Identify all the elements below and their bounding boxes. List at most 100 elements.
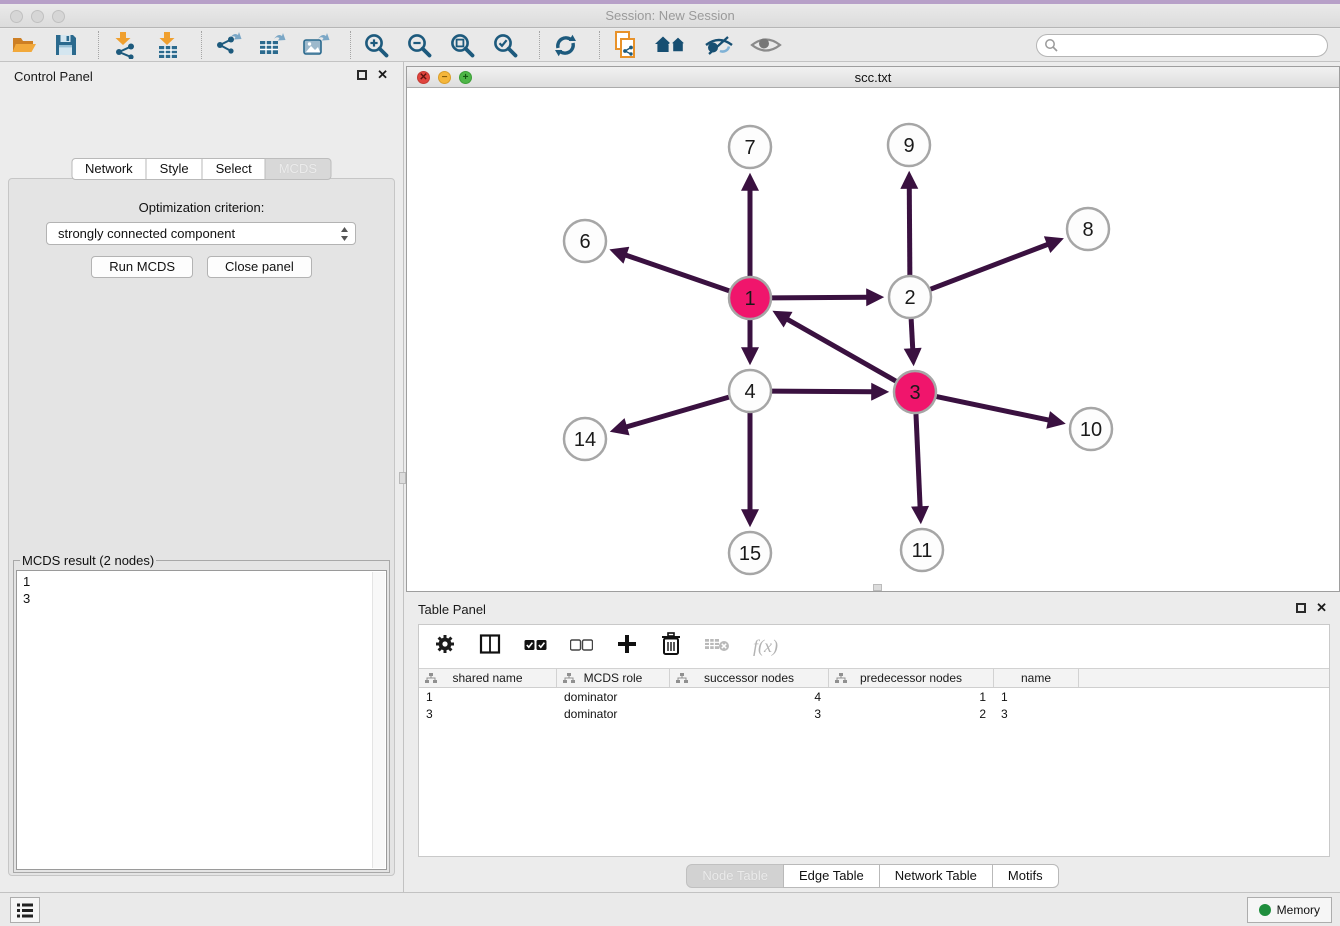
column-header-name[interactable]: name: [994, 669, 1079, 687]
select-all-columns-icon[interactable]: [524, 638, 547, 656]
table-cell: 3: [419, 707, 557, 721]
graph-node-11[interactable]: 11: [901, 529, 943, 571]
tab-mcds[interactable]: MCDS: [265, 158, 331, 180]
column-header-predecessor-nodes[interactable]: predecessor nodes: [829, 669, 994, 687]
table-cell: dominator: [557, 707, 670, 721]
table-cell: 3: [994, 707, 1079, 721]
graph-edge-2-8[interactable]: [931, 244, 1049, 289]
function-builder-icon: f(x): [753, 636, 778, 657]
graph-node-label: 11: [912, 540, 933, 562]
graph-node-15[interactable]: 15: [729, 532, 771, 574]
network-canvas[interactable]: 7 9 6 8 1 2 4 3 14 10 15 11: [407, 89, 1339, 591]
result-scrollbar[interactable]: [372, 572, 385, 868]
delete-column-icon[interactable]: [661, 632, 681, 661]
graph-edge-3-10[interactable]: [937, 397, 1050, 421]
close-panel-icon[interactable]: ✕: [1316, 600, 1327, 616]
network-graph[interactable]: 7 9 6 8 1 2 4 3 14 10 15 11: [407, 89, 1339, 592]
import-network-icon[interactable]: [111, 30, 139, 60]
table-cell: 1: [829, 690, 994, 704]
float-panel-icon[interactable]: [357, 70, 367, 80]
show-eye-icon[interactable]: [750, 30, 782, 60]
table-row[interactable]: 3dominator323: [419, 705, 1329, 722]
criterion-select[interactable]: strongly connected component: [46, 222, 356, 245]
search-input[interactable]: [1059, 37, 1327, 55]
graph-node-label: 4: [744, 381, 755, 403]
column-header-MCDS-role[interactable]: MCDS role: [557, 669, 670, 687]
table-panel: Table Panel ✕: [406, 596, 1340, 892]
graph-node-2[interactable]: 2: [889, 276, 931, 318]
export-network-icon[interactable]: [214, 30, 242, 60]
zoom-in-icon[interactable]: [363, 30, 390, 60]
graph-node-10[interactable]: 10: [1070, 408, 1112, 450]
graph-node-label: 10: [1080, 419, 1102, 441]
table-header-row: shared nameMCDS rolesuccessor nodesprede…: [419, 668, 1329, 688]
graph-edge-4-3[interactable]: [772, 391, 873, 392]
memory-label: Memory: [1277, 903, 1320, 917]
tab-select[interactable]: Select: [202, 158, 266, 180]
graph-edge-3-1[interactable]: [786, 319, 895, 381]
zoom-selected-icon[interactable]: [492, 30, 519, 60]
splitter-handle[interactable]: [399, 472, 406, 484]
graph-node-4[interactable]: 4: [729, 370, 771, 412]
open-session-icon[interactable]: [10, 30, 38, 60]
list-icon: [16, 902, 34, 919]
column-header-shared-name[interactable]: shared name: [419, 669, 557, 687]
graph-node-1[interactable]: 1: [729, 277, 771, 319]
zoom-out-icon[interactable]: [406, 30, 433, 60]
duplicate-network-icon[interactable]: [612, 30, 639, 60]
deselect-all-columns-icon[interactable]: [570, 638, 593, 656]
table-settings-gear-icon[interactable]: [434, 633, 456, 660]
close-panel-icon[interactable]: ✕: [377, 67, 388, 83]
memory-button[interactable]: Memory: [1247, 897, 1332, 923]
network-view-frame: ✕ − + scc.txt 7 9 6 8 1 2 4 3 14 10 15 11: [406, 66, 1340, 592]
column-header-successor-nodes[interactable]: successor nodes: [670, 669, 829, 687]
tab-edge-table[interactable]: Edge Table: [783, 864, 880, 888]
graph-node-7[interactable]: 7: [729, 126, 771, 168]
table-cell: 2: [829, 707, 994, 721]
graph-edge-3-11[interactable]: [916, 414, 920, 508]
task-history-button[interactable]: [10, 897, 40, 923]
search-field[interactable]: [1036, 34, 1328, 57]
add-column-icon[interactable]: [616, 633, 638, 660]
export-table-icon[interactable]: [258, 30, 286, 60]
tab-style[interactable]: Style: [146, 158, 203, 180]
zoom-fit-icon[interactable]: [449, 30, 476, 60]
run-mcds-button[interactable]: Run MCDS: [91, 256, 193, 278]
mcds-result-area[interactable]: 1 3: [16, 570, 387, 870]
splitter-handle-horizontal[interactable]: [873, 584, 882, 591]
network-frame-titlebar[interactable]: ✕ − + scc.txt: [407, 67, 1339, 88]
graph-edge-1-6[interactable]: [625, 255, 730, 291]
tab-network[interactable]: Network: [71, 158, 147, 180]
graph-node-14[interactable]: 14: [564, 418, 606, 460]
window-titlebar[interactable]: Session: New Session: [0, 4, 1340, 28]
graph-node-label: 3: [909, 382, 920, 404]
optimization-criterion-label: Optimization criterion:: [9, 200, 394, 215]
export-image-icon[interactable]: [302, 30, 330, 60]
save-session-icon[interactable]: [54, 30, 78, 60]
control-panel-tabs: NetworkStyleSelectMCDS: [72, 158, 331, 180]
graph-node-6[interactable]: 6: [564, 220, 606, 262]
float-panel-icon[interactable]: [1296, 603, 1306, 613]
import-table-icon[interactable]: [155, 30, 181, 60]
graph-edge-1-2[interactable]: [772, 297, 868, 298]
close-panel-button[interactable]: Close panel: [207, 256, 312, 278]
graph-edge-2-9[interactable]: [909, 187, 910, 275]
hide-glasses-icon[interactable]: [704, 30, 734, 60]
tab-node-table[interactable]: Node Table: [686, 864, 784, 888]
search-icon: [1044, 38, 1059, 53]
table-cell: 4: [670, 690, 829, 704]
graph-node-9[interactable]: 9: [888, 124, 930, 166]
graph-edge-4-14[interactable]: [625, 397, 729, 427]
graph-node-label: 9: [903, 135, 914, 157]
table-row[interactable]: 1dominator411: [419, 688, 1329, 705]
table-panel-header: Table Panel ✕: [406, 596, 1340, 622]
home-neighbors-icon[interactable]: [655, 30, 688, 60]
tab-network-table[interactable]: Network Table: [879, 864, 993, 888]
graph-edge-2-3[interactable]: [911, 319, 913, 350]
graph-node-3[interactable]: 3: [894, 371, 936, 413]
graph-node-8[interactable]: 8: [1067, 208, 1109, 250]
tab-motifs[interactable]: Motifs: [992, 864, 1059, 888]
refresh-icon[interactable]: [552, 30, 579, 60]
node-table-container: f(x) shared nameMCDS rolesuccessor nodes…: [418, 624, 1330, 857]
toggle-panel-columns-icon[interactable]: [479, 634, 501, 659]
